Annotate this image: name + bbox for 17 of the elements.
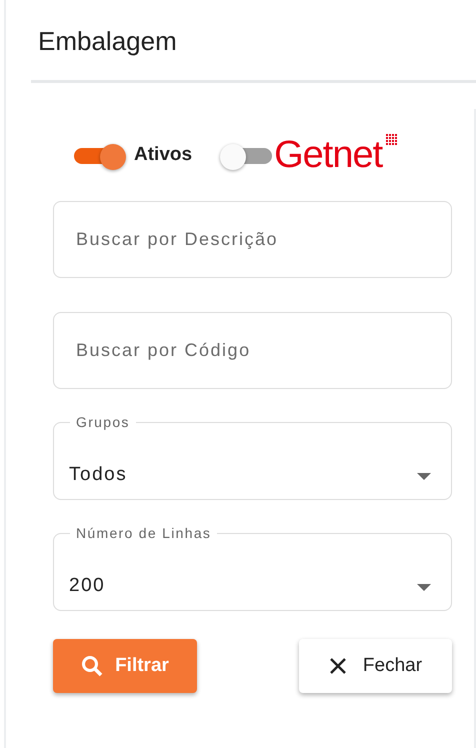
select-value: Todos: [69, 463, 128, 487]
field-label: Grupos: [75, 414, 131, 431]
select-field[interactable]: Grupos Todos: [53, 414, 452, 500]
caret-icon: [417, 584, 431, 591]
search-icon: [81, 655, 104, 677]
dot-grid-icon: [386, 134, 398, 146]
page-title: Embalagem: [37, 25, 178, 58]
select-field[interactable]: Número de Linhas 200: [53, 525, 452, 611]
field-label: Número de Linhas: [75, 525, 212, 542]
brand-logo: Getnet: [274, 136, 382, 174]
close-button[interactable]: Fechar: [299, 639, 452, 693]
caret-icon: [417, 473, 431, 480]
select-value: 200: [69, 574, 106, 598]
close-icon: [328, 657, 347, 675]
search-field[interactable]: Buscar por Código: [53, 312, 452, 389]
toggle-label: Ativos: [134, 142, 192, 167]
search-field[interactable]: Buscar por Descrição: [53, 201, 452, 278]
